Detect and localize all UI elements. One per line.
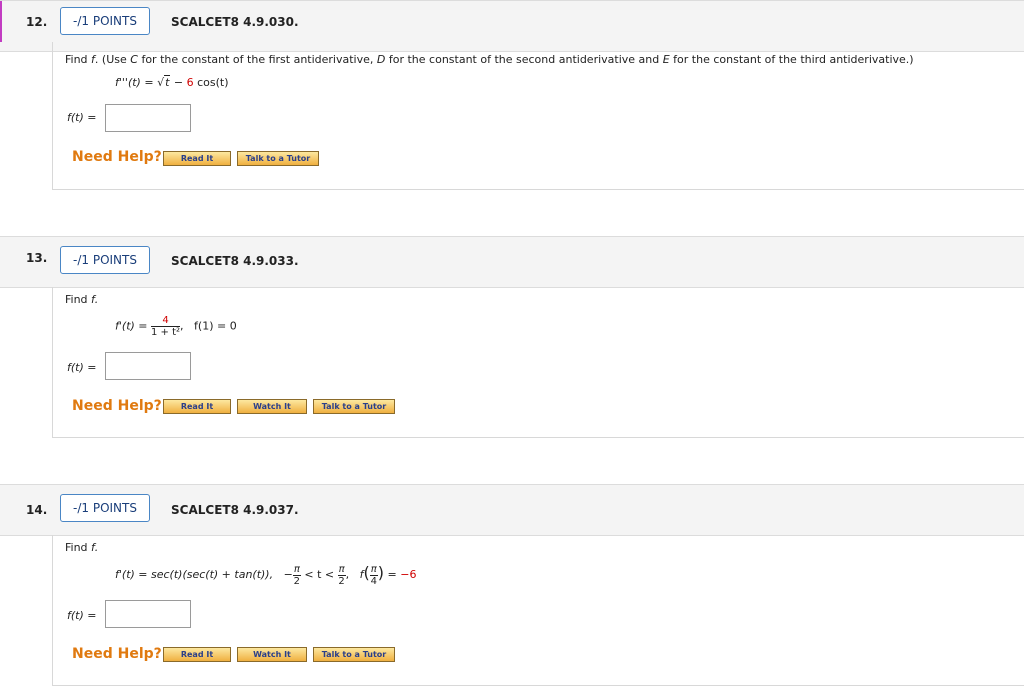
- question-14-header: 14. -/1 POINTS SCALCET8 4.9.037.: [0, 484, 1024, 536]
- read-it-button[interactable]: Read It: [163, 151, 231, 166]
- given-equation: f'(t) = sec(t)(sec(t) + tan(t)), − π 2 < t…: [115, 563, 417, 587]
- question-prompt: Find f.: [65, 293, 99, 306]
- points-button[interactable]: -/1 POINTS: [60, 246, 150, 274]
- question-13-body: Find f. f'(t) = 41 + t², f(1) = 0 f(t) =…: [52, 287, 1024, 438]
- points-button[interactable]: -/1 POINTS: [60, 7, 150, 35]
- answer-input[interactable]: [105, 352, 191, 380]
- question-prompt: Find f. (Use C for the constant of the f…: [65, 53, 914, 66]
- watch-it-button[interactable]: Watch It: [237, 647, 307, 662]
- talk-to-tutor-button[interactable]: Talk to a Tutor: [237, 151, 319, 166]
- question-14-body: Find f. f'(t) = sec(t)(sec(t) + tan(t)),…: [52, 535, 1024, 686]
- question-code: SCALCET8 4.9.033.: [171, 254, 299, 268]
- talk-to-tutor-button[interactable]: Talk to a Tutor: [313, 647, 395, 662]
- question-prompt: Find f.: [65, 541, 99, 554]
- read-it-button[interactable]: Read It: [163, 399, 231, 414]
- question-number: 12.: [26, 15, 48, 29]
- read-it-button[interactable]: Read It: [163, 647, 231, 662]
- answer-input[interactable]: [105, 600, 191, 628]
- answer-label: f(t) =: [67, 361, 97, 374]
- answer-label: f(t) =: [67, 609, 97, 622]
- question-13-header: 13. -/1 POINTS SCALCET8 4.9.033.: [0, 236, 1024, 288]
- points-button[interactable]: -/1 POINTS: [60, 494, 150, 522]
- question-code: SCALCET8 4.9.037.: [171, 503, 299, 517]
- watch-it-button[interactable]: Watch It: [237, 399, 307, 414]
- given-equation: f'''(t) = √t − 6 cos(t): [115, 75, 229, 89]
- need-help-label: Need Help?: [72, 149, 162, 165]
- question-code: SCALCET8 4.9.030.: [171, 15, 299, 29]
- need-help-label: Need Help?: [72, 398, 162, 414]
- talk-to-tutor-button[interactable]: Talk to a Tutor: [313, 399, 395, 414]
- question-12-body: Find f. (Use C for the constant of the f…: [52, 42, 1024, 190]
- need-help-label: Need Help?: [72, 646, 162, 662]
- answer-label: f(t) =: [67, 111, 97, 124]
- question-number: 14.: [26, 503, 48, 517]
- current-question-marker: [0, 1, 2, 42]
- question-number: 13.: [26, 251, 48, 265]
- given-equation: f'(t) = 41 + t², f(1) = 0: [115, 315, 237, 338]
- answer-input[interactable]: [105, 104, 191, 132]
